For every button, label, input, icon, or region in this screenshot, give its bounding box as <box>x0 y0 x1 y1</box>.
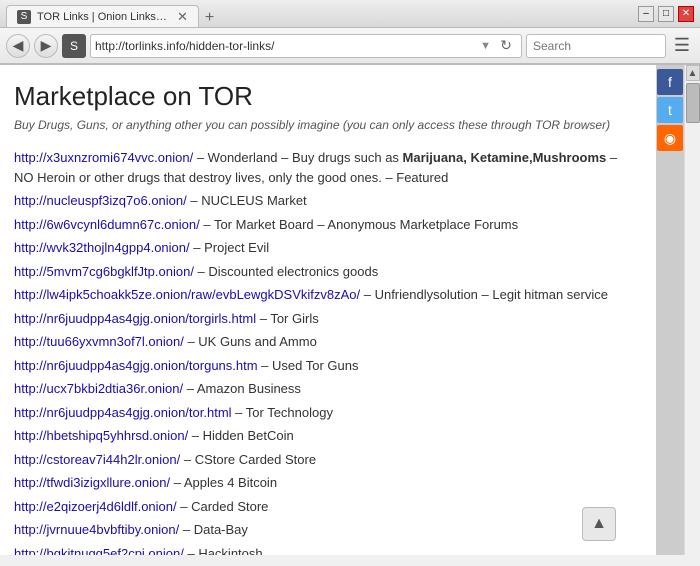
url-input[interactable] <box>95 39 478 53</box>
browser-viewport: Marketplace on TOR Buy Drugs, Guns, or a… <box>0 65 700 555</box>
scroll-up-arrow[interactable]: ▲ <box>686 65 700 81</box>
scroll-to-top-button[interactable]: ▲ <box>582 507 616 541</box>
page-subtitle: Buy Drugs, Guns, or anything other you c… <box>14 118 640 132</box>
link-description: – CStore Carded Store <box>180 452 316 467</box>
active-tab[interactable]: S TOR Links | Onion Links | Hidd... ✕ <box>6 5 199 27</box>
list-item: http://lw4ipk5choakk5ze.onion/raw/evbLew… <box>14 285 640 305</box>
link-highlight: Marijuana, Ketamine,Mushrooms <box>403 150 607 165</box>
link-description: – Carded Store <box>177 499 269 514</box>
list-item: http://tuu66yxvmn3of7l.onion/ – UK Guns … <box>14 332 640 352</box>
link-description: – Data-Bay <box>179 522 248 537</box>
search-input[interactable] <box>526 34 666 58</box>
minimize-button[interactable]: – <box>638 6 654 22</box>
list-item: http://ucx7bkbi2dtia36r.onion/ – Amazon … <box>14 379 640 399</box>
list-item: http://x3uxnzromi674vvc.onion/ – Wonderl… <box>14 148 640 187</box>
tor-link[interactable]: http://nr6juudpp4as4gjg.onion/torgirls.h… <box>14 311 256 326</box>
link-description: – Tor Girls <box>256 311 319 326</box>
list-item: http://tfwdi3izigxllure.onion/ – Apples … <box>14 473 640 493</box>
tor-link[interactable]: http://6w6vcynl6dumn67c.onion/ <box>14 217 200 232</box>
tor-link[interactable]: http://bgkitnugg5ef2cpi.onion/ <box>14 546 184 556</box>
link-description: – Hackintosh <box>184 546 263 556</box>
window-controls: – □ ✕ <box>638 6 694 22</box>
tab-strip: S TOR Links | Onion Links | Hidd... ✕ + <box>6 0 638 27</box>
link-description: – Unfriendlysolution – Legit hitman serv… <box>360 287 608 302</box>
tor-link[interactable]: http://tfwdi3izigxllure.onion/ <box>14 475 170 490</box>
list-item: http://jvrnuue4bvbftiby.onion/ – Data-Ba… <box>14 520 640 540</box>
tor-link[interactable]: http://tuu66yxvmn3of7l.onion/ <box>14 334 184 349</box>
list-item: http://e2qizoerj4d6ldlf.onion/ – Carded … <box>14 497 640 517</box>
links-container: http://x3uxnzromi674vvc.onion/ – Wonderl… <box>14 148 640 555</box>
link-description: – Tor Market Board – Anonymous Marketpla… <box>200 217 518 232</box>
refresh-button[interactable]: ↻ <box>495 35 517 57</box>
navigation-bar: ◀ ▶ S ▼ ↻ ☰ <box>0 28 700 64</box>
tor-link[interactable]: http://wvk32thojln4gpp4.onion/ <box>14 240 190 255</box>
link-description: – Used Tor Guns <box>258 358 359 373</box>
back-button[interactable]: ◀ <box>6 34 30 58</box>
rss-icon[interactable]: ◉ <box>657 125 683 151</box>
tor-link[interactable]: http://x3uxnzromi674vvc.onion/ <box>14 150 193 165</box>
list-item: http://nr6juudpp4as4gjg.onion/tor.html –… <box>14 403 640 423</box>
new-tab-button[interactable]: + <box>199 9 220 27</box>
link-description: – Discounted electronics goods <box>194 264 378 279</box>
scroll-to-top-icon: ▲ <box>591 515 607 533</box>
home-button[interactable]: S <box>62 34 86 58</box>
tor-link[interactable]: http://lw4ipk5choakk5ze.onion/raw/evbLew… <box>14 287 360 302</box>
list-item: http://nucleuspf3izq7o6.onion/ – NUCLEUS… <box>14 191 640 211</box>
title-bar: S TOR Links | Onion Links | Hidd... ✕ + … <box>0 0 700 28</box>
url-icons: ▼ ↻ <box>478 35 517 57</box>
link-description: – Project Evil <box>190 240 269 255</box>
tor-link[interactable]: http://nucleuspf3izq7o6.onion/ <box>14 193 187 208</box>
list-item: http://nr6juudpp4as4gjg.onion/torguns.ht… <box>14 356 640 376</box>
tor-link[interactable]: http://nr6juudpp4as4gjg.onion/tor.html <box>14 405 232 420</box>
tor-link[interactable]: http://hbetshipq5yhhrsd.onion/ <box>14 428 188 443</box>
page-content: Marketplace on TOR Buy Drugs, Guns, or a… <box>0 65 656 555</box>
tab-close-button[interactable]: ✕ <box>177 9 188 25</box>
list-item: http://6w6vcynl6dumn67c.onion/ – Tor Mar… <box>14 215 640 235</box>
link-description: – Hidden BetCoin <box>188 428 294 443</box>
twitter-icon[interactable]: t <box>657 97 683 123</box>
tor-link[interactable]: http://nr6juudpp4as4gjg.onion/torguns.ht… <box>14 358 258 373</box>
maximize-button[interactable]: □ <box>658 6 674 22</box>
side-social-icons: f t ◉ <box>656 65 684 555</box>
forward-button[interactable]: ▶ <box>34 34 58 58</box>
page-title: Marketplace on TOR <box>14 81 640 112</box>
url-bar-container: ▼ ↻ <box>90 34 522 58</box>
list-item: http://wvk32thojln4gpp4.onion/ – Project… <box>14 238 640 258</box>
tor-link[interactable]: http://ucx7bkbi2dtia36r.onion/ <box>14 381 183 396</box>
list-item: http://hbetshipq5yhhrsd.onion/ – Hidden … <box>14 426 640 446</box>
scroll-thumb[interactable] <box>686 83 700 123</box>
tor-link[interactable]: http://5mvm7cg6bgklfJtp.onion/ <box>14 264 194 279</box>
vertical-scrollbar[interactable]: ▲ <box>684 65 700 555</box>
url-security-icon[interactable]: ▼ <box>478 40 493 52</box>
link-description: – UK Guns and Ammo <box>184 334 317 349</box>
facebook-icon[interactable]: f <box>657 69 683 95</box>
tor-link[interactable]: http://e2qizoerj4d6ldlf.onion/ <box>14 499 177 514</box>
link-description: – Wonderland – Buy drugs such as <box>193 150 402 165</box>
tor-link[interactable]: http://jvrnuue4bvbftiby.onion/ <box>14 522 179 537</box>
link-description: – Apples 4 Bitcoin <box>170 475 277 490</box>
list-item: http://5mvm7cg6bgklfJtp.onion/ – Discoun… <box>14 262 640 282</box>
close-button[interactable]: ✕ <box>678 6 694 22</box>
link-description: – Amazon Business <box>183 381 301 396</box>
tab-favicon: S <box>17 10 31 24</box>
tor-link[interactable]: http://cstoreav7i44h2lr.onion/ <box>14 452 180 467</box>
tab-label: TOR Links | Onion Links | Hidd... <box>37 11 167 23</box>
link-description: – Tor Technology <box>232 405 333 420</box>
menu-button[interactable]: ☰ <box>670 34 694 58</box>
list-item: http://nr6juudpp4as4gjg.onion/torgirls.h… <box>14 309 640 329</box>
link-description: – NUCLEUS Market <box>187 193 307 208</box>
list-item: http://bgkitnugg5ef2cpi.onion/ – Hackint… <box>14 544 640 556</box>
list-item: http://cstoreav7i44h2lr.onion/ – CStore … <box>14 450 640 470</box>
